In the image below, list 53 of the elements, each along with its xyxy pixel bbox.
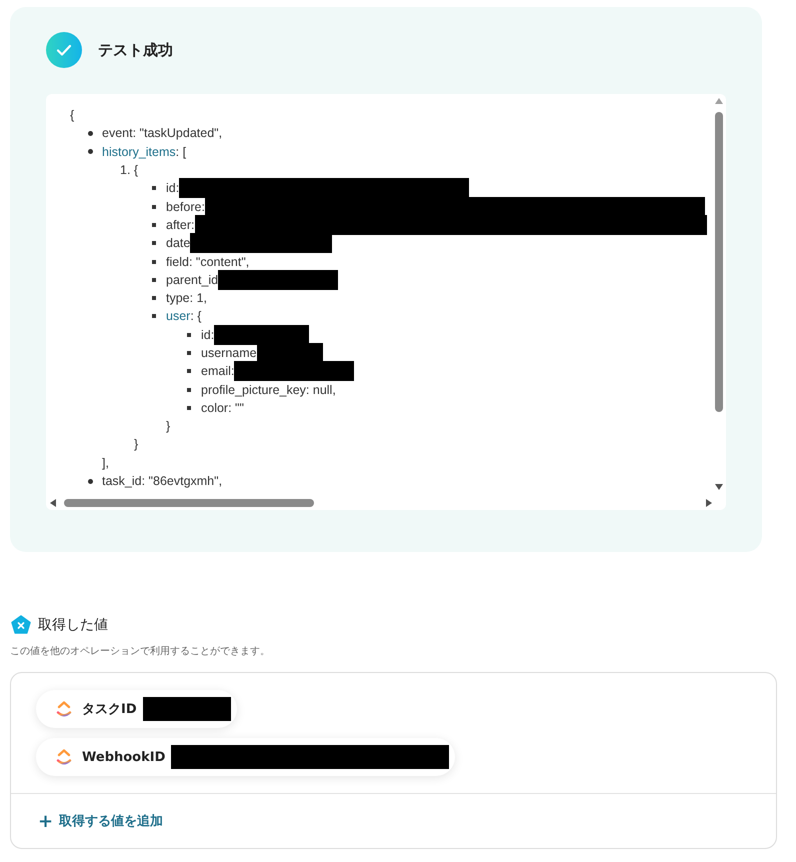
bullet-icon	[187, 388, 191, 392]
scroll-up-icon[interactable]	[715, 98, 723, 104]
section-description: この値を他のオペレーションで利用することができます。	[10, 644, 271, 658]
json-brace: }	[134, 437, 138, 452]
result-title: テスト成功	[98, 40, 173, 60]
bullet-icon	[152, 241, 156, 246]
json-key: id:	[201, 328, 214, 342]
app-logo-icon	[56, 748, 72, 766]
scroll-right-icon[interactable]	[706, 499, 712, 507]
json-key: date	[166, 236, 190, 250]
json-key: email:	[201, 364, 234, 378]
json-brace: {	[70, 108, 74, 122]
pentagon-icon	[11, 615, 31, 635]
bullet-icon	[152, 204, 156, 209]
bullet-icon	[88, 478, 93, 484]
add-value-button[interactable]: + 取得する値を追加	[11, 794, 164, 848]
json-line: user: {	[166, 309, 202, 324]
scroll-left-icon[interactable]	[50, 499, 56, 507]
json-line: profile_picture_key: null,	[201, 382, 336, 397]
bullet-icon	[152, 260, 156, 264]
horizontal-scrollbar[interactable]	[48, 498, 712, 508]
json-key: after:	[166, 218, 194, 232]
bullet-icon	[88, 149, 93, 154]
json-line: field: "content",	[166, 254, 250, 269]
bullet-icon	[152, 278, 156, 282]
section-title: 取得した値	[38, 616, 108, 634]
scroll-down-icon[interactable]	[715, 484, 723, 490]
bullet-icon	[187, 332, 191, 337]
bullet-icon	[152, 222, 156, 227]
value-chip[interactable]: タスクID	[36, 690, 237, 728]
json-line: history_items: [	[102, 144, 186, 159]
json-key: parent_id	[166, 272, 218, 287]
bullet-icon	[152, 296, 156, 300]
json-key: username	[201, 346, 257, 360]
json-line: event: "taskUpdated",	[102, 126, 222, 140]
json-key: before:	[166, 200, 205, 214]
bullet-icon	[187, 351, 191, 355]
json-line: task_id: "86evtgxmh",	[102, 474, 222, 488]
json-brace: ],	[102, 456, 109, 470]
json-line: 1. {	[120, 163, 138, 178]
bullet-icon	[152, 186, 156, 190]
bullet-icon	[88, 130, 93, 136]
bullet-icon	[187, 406, 191, 410]
json-brace: }	[166, 419, 170, 434]
vertical-scrollbar[interactable]	[714, 96, 724, 490]
bullet-icon	[152, 314, 156, 318]
app-logo-icon	[56, 700, 72, 718]
bullet-icon	[187, 369, 191, 374]
json-key: id:	[166, 181, 180, 196]
json-line: color: ""	[201, 400, 244, 415]
json-line: type: 1,	[166, 291, 208, 306]
check-icon	[46, 32, 82, 68]
value-chip[interactable]: WebhookID	[36, 738, 456, 776]
